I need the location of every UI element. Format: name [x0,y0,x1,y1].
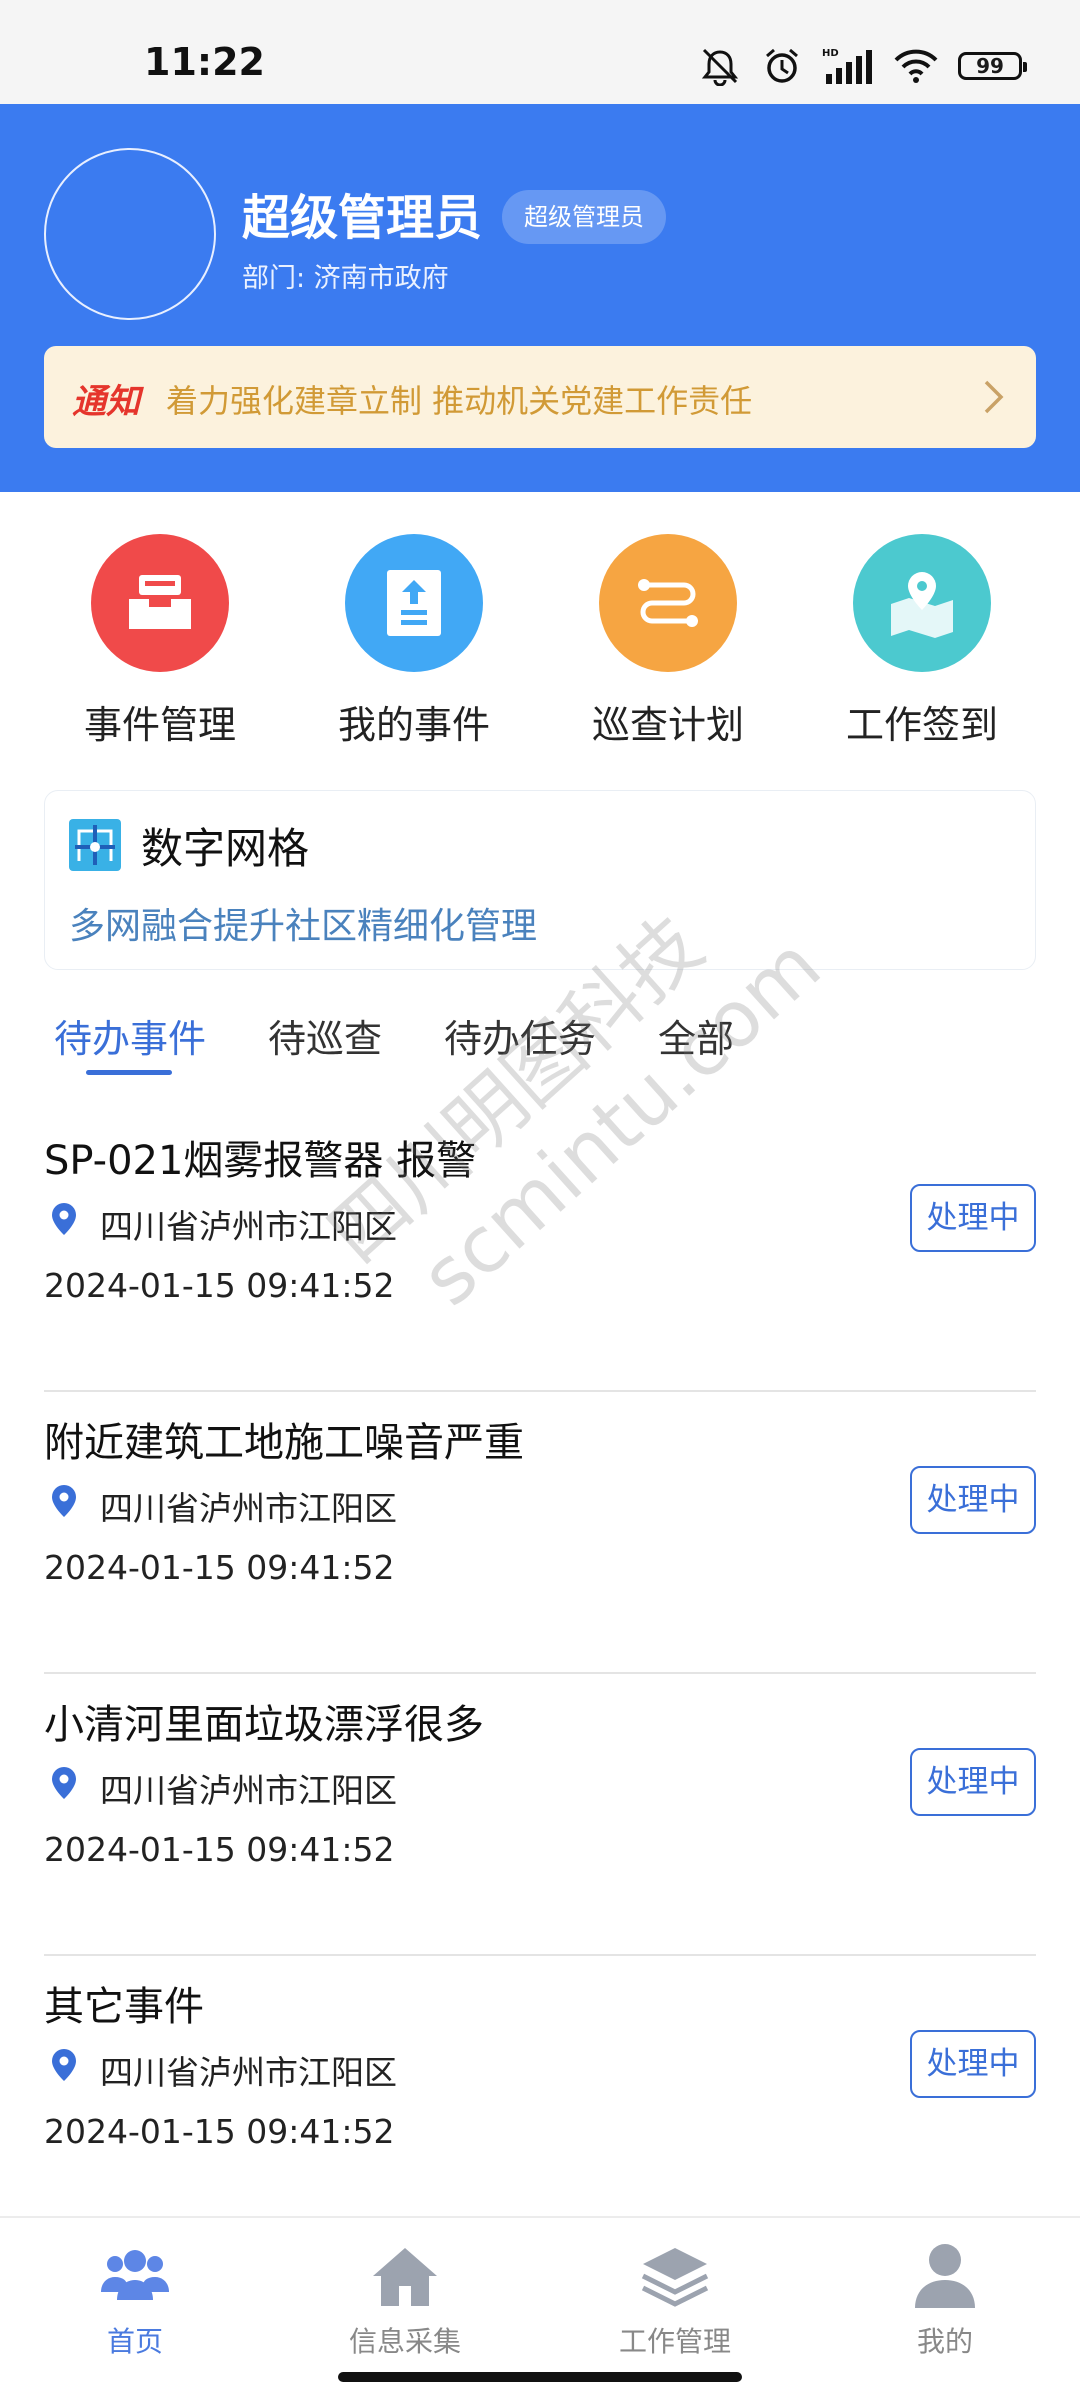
home-icon [305,2238,505,2314]
quick-item-check-in[interactable]: 工作签到 [812,534,1032,749]
nav-work-management[interactable]: 工作管理 [575,2238,775,2360]
event-time: 2024-01-15 09:41:52 [44,1548,395,1587]
tab-pending-events[interactable]: 待办事件 [54,1008,206,1063]
grid-logo-icon [69,819,121,871]
tab-all[interactable]: 全部 [658,1008,734,1063]
list-item[interactable]: 其它事件 四川省泸州市江阳区 2024-01-15 09:41:52 处理中 [44,1956,1036,2238]
event-title: 附近建筑工地施工噪音严重 [44,1420,524,1466]
location-pin-icon [52,1203,76,1235]
quick-item-patrol-plan[interactable]: 巡查计划 [558,534,778,749]
notice-bar[interactable]: 通知 着力强化建章立制 推动机关党建工作责任 [44,346,1036,448]
nav-mine[interactable]: 我的 [845,2238,1045,2360]
status-icons: HD 99 [698,46,1027,86]
list-item[interactable]: SP-021烟雾报警器 报警 四川省泸州市江阳区 2024-01-15 09:4… [44,1110,1036,1392]
event-title: 小清河里面垃圾漂浮很多 [44,1702,484,1748]
person-icon [845,2238,1045,2314]
quick-item-label: 工作签到 [845,703,998,747]
nav-label: 首页 [106,2325,163,2358]
user-name: 超级管理员 [242,190,483,246]
event-location: 四川省泸州市江阳区 [100,1771,397,1810]
role-badge: 超级管理员 [502,190,666,244]
nav-info-collection[interactable]: 信息采集 [305,2238,505,2360]
upload-document-icon [345,534,483,672]
chevron-right-icon [984,380,1004,414]
location-pin-icon [52,1767,76,1799]
department-label: 部门: 济南市政府 [242,263,449,294]
nav-label: 我的 [916,2325,973,2358]
mute-bell-icon [701,48,739,86]
avatar[interactable] [44,148,216,320]
quick-item-event-management[interactable]: 事件管理 [50,534,270,749]
grid-card-subtitle: 多网融合提升社区精细化管理 [69,906,538,947]
inbox-icon [91,534,229,672]
route-icon [599,534,737,672]
wifi-icon [894,49,938,83]
map-pin-icon [853,534,991,672]
nav-home[interactable]: 首页 [35,2238,235,2360]
status-bar: 11:22 HD 99 [0,0,1080,104]
status-badge[interactable]: 处理中 [910,1466,1036,1534]
location-pin-icon [52,2049,76,2081]
event-time: 2024-01-15 09:41:52 [44,1266,395,1305]
tab-pending-patrol[interactable]: 待巡查 [268,1008,382,1063]
svg-text:HD: HD [822,48,839,59]
tab-pending-tasks[interactable]: 待办任务 [444,1008,596,1063]
event-location: 四川省泸州市江阳区 [100,2053,397,2092]
grid-card-title: 数字网格 [141,824,310,873]
quick-item-label: 巡查计划 [591,703,744,747]
location-pin-icon [52,1485,76,1517]
quick-item-label: 我的事件 [337,703,490,747]
event-time: 2024-01-15 09:41:52 [44,2112,395,2151]
quick-item-label: 事件管理 [83,703,236,747]
profile-header: 超级管理员 超级管理员 部门: 济南市政府 通知 着力强化建章立制 推动机关党建… [0,104,1080,492]
home-indicator[interactable] [338,2372,742,2382]
signal-icon: HD [822,48,872,84]
quick-item-my-events[interactable]: 我的事件 [304,534,524,749]
event-location: 四川省泸州市江阳区 [100,1489,397,1528]
alarm-icon [766,48,798,83]
status-badge[interactable]: 处理中 [910,1748,1036,1816]
event-location: 四川省泸州市江阳区 [100,1207,397,1246]
notice-tag: 通知 [72,382,140,422]
active-tab-underline [86,1070,172,1075]
status-badge[interactable]: 处理中 [910,2030,1036,2098]
nav-label: 工作管理 [618,2325,731,2358]
status-time: 11:22 [144,40,265,84]
notice-text: 着力强化建章立制 推动机关党建工作责任 [166,382,753,420]
layers-icon [575,2238,775,2314]
digital-grid-card[interactable]: 数字网格 多网融合提升社区精细化管理 [44,790,1036,970]
list-item[interactable]: 小清河里面垃圾漂浮很多 四川省泸州市江阳区 2024-01-15 09:41:5… [44,1674,1036,1956]
nav-label: 信息采集 [348,2325,461,2358]
users-icon [35,2238,235,2314]
event-title: SP-021烟雾报警器 报警 [44,1138,477,1184]
event-time: 2024-01-15 09:41:52 [44,1830,395,1869]
battery-indicator: 99 [958,52,1027,80]
list-item[interactable]: 附近建筑工地施工噪音严重 四川省泸州市江阳区 2024-01-15 09:41:… [44,1392,1036,1674]
event-title: 其它事件 [44,1984,204,2030]
status-badge[interactable]: 处理中 [910,1184,1036,1252]
